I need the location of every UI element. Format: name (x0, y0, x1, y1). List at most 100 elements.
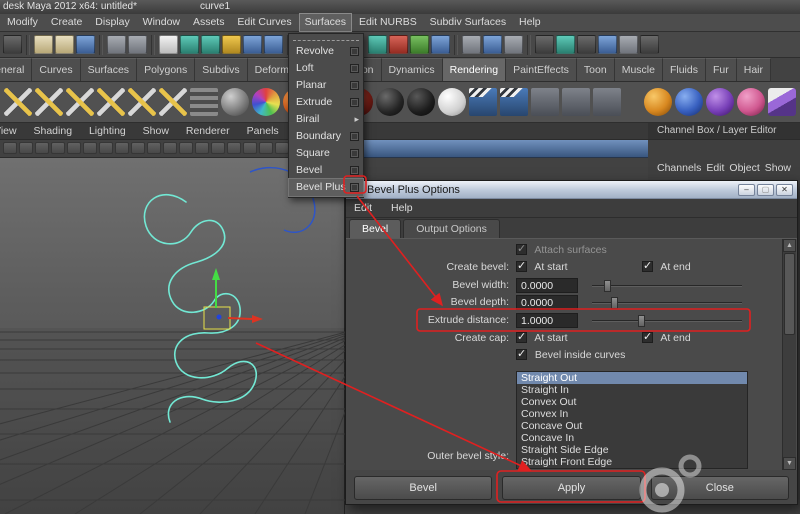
shelf-tab-surfaces[interactable]: Surfaces (81, 58, 137, 81)
menu-item-planar[interactable]: Planar (289, 77, 363, 94)
style-option-straight-front-edge[interactable]: Straight Front Edge (517, 456, 747, 468)
channel-box-tab-object[interactable]: Object (729, 159, 759, 177)
ipr-render-icon[interactable] (556, 35, 575, 54)
move-manipulator[interactable] (204, 268, 263, 329)
menu-edit-curves[interactable]: Edit Curves (232, 14, 296, 31)
paint-select-icon[interactable] (201, 35, 220, 54)
shelf-tab-subdivs[interactable]: Subdivs (195, 58, 247, 81)
toolbar-icon[interactable] (598, 35, 617, 54)
viewport-toolbar-icon[interactable] (19, 142, 33, 154)
bevel-button[interactable]: Bevel (354, 476, 492, 500)
dialog-menu-edit[interactable]: Edit (346, 202, 380, 214)
utility-icon[interactable] (593, 88, 621, 116)
toolbar-icon[interactable] (504, 35, 523, 54)
viewport-toolbar-icon[interactable] (211, 142, 225, 154)
boundary-option-box[interactable] (350, 132, 359, 141)
white-material-sphere-icon[interactable] (438, 88, 466, 116)
style-option-convex-in[interactable]: Convex In (517, 408, 747, 420)
viewport-toolbar-icon[interactable] (115, 142, 129, 154)
channel-box-tab-show[interactable]: Show (765, 159, 791, 177)
toolbar-icon[interactable] (619, 35, 638, 54)
viewport-toolbar-icon[interactable] (259, 142, 273, 154)
move-tool-icon[interactable] (222, 35, 241, 54)
create-bevel-at-start-checkbox[interactable] (516, 261, 527, 272)
viewport-toolbar-icon[interactable] (227, 142, 241, 154)
scale-tool-icon[interactable] (264, 35, 283, 54)
menu-surfaces[interactable]: Surfaces (300, 14, 351, 31)
black-material-sphere-icon[interactable] (407, 88, 435, 116)
shelf-tab-fluids[interactable]: Fluids (663, 58, 706, 81)
toolbar-icon[interactable] (640, 35, 659, 54)
bevel-inside-curves-checkbox[interactable] (516, 349, 527, 360)
blue-sphere-icon[interactable] (675, 88, 703, 116)
slider-handle[interactable] (638, 315, 645, 327)
clapperboard-icon[interactable] (500, 88, 528, 116)
bevel-depth-slider[interactable] (592, 302, 742, 304)
menu-item-extrude[interactable]: Extrude (289, 94, 363, 111)
paint-brush-icon[interactable] (768, 88, 796, 116)
save-scene-icon[interactable] (76, 35, 95, 54)
loft-option-box[interactable] (350, 64, 359, 73)
dialog-menu-help[interactable]: Help (383, 202, 421, 214)
shelf-tab-polygons[interactable]: Polygons (137, 58, 195, 81)
style-option-convex-out[interactable]: Convex Out (517, 396, 747, 408)
channel-box-tab-edit[interactable]: Edit (706, 159, 724, 177)
menu-tearoff-handle[interactable] (293, 34, 359, 41)
menu-subdiv-surfaces[interactable]: Subdiv Surfaces (425, 14, 511, 31)
rainbow-material-sphere-icon[interactable] (252, 88, 280, 116)
toolbar-icon[interactable] (483, 35, 502, 54)
menu-create[interactable]: Create (46, 14, 88, 31)
panel-menu-show[interactable]: Show (136, 123, 176, 139)
menu-item-loft[interactable]: Loft (289, 60, 363, 77)
menu-assets[interactable]: Assets (188, 14, 230, 31)
scroll-down-icon[interactable] (783, 457, 796, 470)
channel-box-header[interactable]: Channel Box / Layer Editor (648, 123, 800, 140)
layer-stack-icon[interactable] (190, 88, 218, 116)
pink-sphere-icon[interactable] (737, 88, 765, 116)
menu-help[interactable]: Help (514, 14, 546, 31)
wand-tool-icon[interactable] (128, 88, 156, 116)
outer-bevel-style-list[interactable]: Straight Out Straight In Convex Out Conv… (516, 371, 748, 469)
wand-tool-icon[interactable] (159, 88, 187, 116)
style-option-concave-in[interactable]: Concave In (517, 432, 747, 444)
shelf-tab-general[interactable]: General (0, 58, 32, 81)
perspective-viewport[interactable] (0, 158, 345, 514)
create-bevel-at-end-checkbox[interactable] (642, 261, 653, 272)
toolbar-icon[interactable] (462, 35, 481, 54)
panel-menu-renderer[interactable]: Renderer (179, 123, 237, 139)
manipulator-z-handle[interactable] (217, 315, 222, 320)
viewport-toolbar-icon[interactable] (35, 142, 49, 154)
viewport-toolbar-icon[interactable] (131, 142, 145, 154)
create-cap-at-end-checkbox[interactable] (642, 332, 653, 343)
extrude-distance-slider[interactable] (592, 320, 742, 322)
slider-handle[interactable] (611, 297, 618, 309)
create-cap-at-start-checkbox[interactable] (516, 332, 527, 343)
close-icon[interactable] (776, 184, 793, 196)
viewport-toolbar-icon[interactable] (275, 142, 289, 154)
panel-menu-view[interactable]: View (0, 123, 24, 139)
viewport-toolbar-icon[interactable] (243, 142, 257, 154)
viewport-toolbar-icon[interactable] (163, 142, 177, 154)
tab-output-options[interactable]: Output Options (403, 219, 500, 238)
utility-icon[interactable] (531, 88, 559, 116)
style-option-straight-out[interactable]: Straight Out (517, 372, 747, 384)
menu-item-boundary[interactable]: Boundary (289, 128, 363, 145)
toolbar-icon[interactable] (389, 35, 408, 54)
wand-tool-icon[interactable] (4, 88, 32, 116)
bevel-width-input[interactable] (516, 278, 578, 293)
dialog-scrollbar[interactable] (782, 239, 796, 470)
toolbar-icon[interactable] (410, 35, 429, 54)
gray-material-sphere-icon[interactable] (221, 88, 249, 116)
title-bar[interactable]: desk Maya 2012 x64: untitled* curve1 (0, 0, 800, 14)
bevel-option-box[interactable] (350, 166, 359, 175)
square-option-box[interactable] (350, 149, 359, 158)
viewport-toolbar-icon[interactable] (3, 142, 17, 154)
toolbar-icon[interactable] (431, 35, 450, 54)
menu-modify[interactable]: Modify (2, 14, 43, 31)
menu-item-bevel[interactable]: Bevel (289, 162, 363, 179)
new-scene-icon[interactable] (34, 35, 53, 54)
viewport-toolbar-icon[interactable] (147, 142, 161, 154)
attach-surfaces-checkbox[interactable] (516, 244, 527, 255)
shelf-tab-curves[interactable]: Curves (32, 58, 80, 81)
utility-icon[interactable] (562, 88, 590, 116)
